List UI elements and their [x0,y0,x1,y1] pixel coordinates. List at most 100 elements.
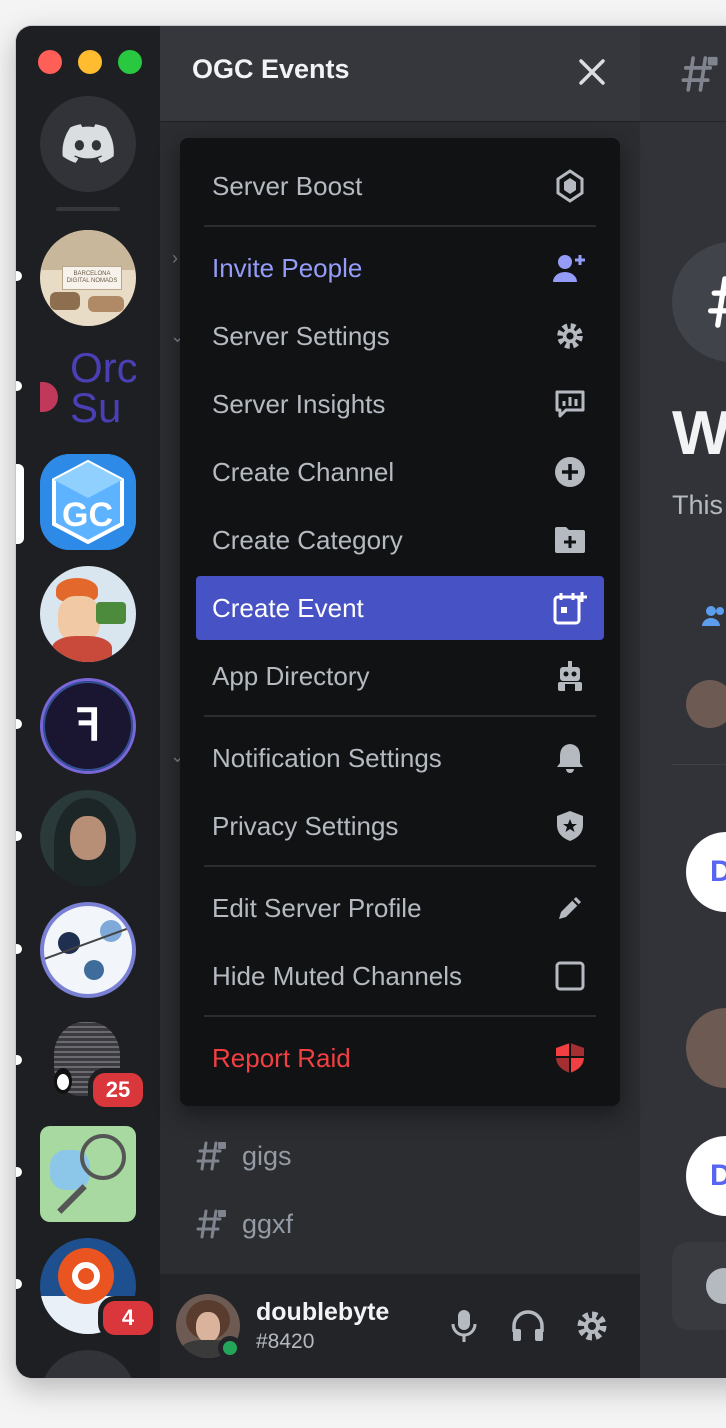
menu-item-notification-settings[interactable]: Notification Settings [196,726,604,790]
microphone-icon[interactable] [444,1306,484,1346]
menu-item-edit-server-profile[interactable]: Edit Server Profile [196,876,604,940]
channel-gigs[interactable]: gigs [192,1136,292,1176]
server-header[interactable]: OGC Events [160,26,640,122]
headphones-icon[interactable] [508,1306,548,1346]
menu-separator [204,865,596,867]
unread-pip [16,381,22,391]
menu-item-label: Report Raid [212,1042,351,1073]
message-avatar[interactable] [686,680,726,728]
username[interactable]: doublebyte [256,1298,389,1327]
menu-item-label: Server Settings [212,320,390,351]
menu-separator [204,715,596,717]
menu-item-label: Create Event [212,592,364,623]
channel-name: ggxf [242,1208,294,1239]
server-orca-text: Orc Su [70,348,136,428]
bot-avatar[interactable]: D [686,1136,726,1216]
svg-text:GC: GC [62,496,113,534]
ogc-logo-icon: GC [40,454,136,550]
menu-item-create-channel[interactable]: Create Channel [196,440,604,504]
server-eleven[interactable]: ꟻ [40,678,136,774]
welcome-heading: W [672,399,726,468]
menu-separator [204,1015,596,1017]
discord-window: BARCELONA DIGITAL NOMADS Orc Su GC ꟻ 25 … [16,26,726,1378]
unread-pip [16,719,22,729]
plus-circle-icon [552,454,588,490]
menu-item-app-directory[interactable]: App Directory [196,644,604,708]
menu-item-label: Edit Server Profile [212,892,422,923]
online-status-icon [218,1336,242,1360]
menu-item-label: Invite People [212,252,363,283]
window-close-button[interactable] [38,50,62,74]
menu-item-label: App Directory [212,660,370,691]
raid-shield-icon [552,1040,588,1076]
server-ubuntu-badge: 4 [98,1296,158,1340]
locked-hash-icon [196,1141,226,1171]
server-dropdown-menu: Server Boost Invite People Server Settin… [180,138,620,1106]
folder-plus-icon [552,522,588,558]
add-person-icon [552,250,588,286]
insights-chart-icon [552,386,588,422]
server-barcelona-label: BARCELONA DIGITAL NOMADS [62,266,122,290]
discord-logo-icon [62,124,114,163]
collapse-chevron-icon[interactable]: › [172,248,178,269]
locked-hash-icon [681,56,718,92]
server-fry[interactable] [40,566,136,662]
menu-item-label: Create Channel [212,456,395,487]
bot-avatar[interactable]: D [686,832,726,912]
channel-header [640,26,726,122]
checkbox-empty-icon[interactable] [552,958,588,994]
menu-item-create-event[interactable]: Create Event [196,576,604,640]
server-title: OGC Events [192,54,350,84]
menu-item-privacy-settings[interactable]: Privacy Settings [196,794,604,858]
calendar-plus-icon [552,590,588,626]
server-linux-badge: 25 [88,1068,148,1112]
menu-item-label: Privacy Settings [212,810,399,841]
menu-item-label: Hide Muted Channels [212,960,463,991]
message-divider [672,764,726,765]
server-ogc-events[interactable]: GC [40,454,136,550]
menu-item-hide-muted-channels[interactable]: Hide Muted Channels [196,944,604,1008]
menu-item-label: Server Insights [212,388,386,419]
channel-welcome-hash-icon [672,242,726,362]
unread-pip [16,271,22,281]
message-input[interactable] [672,1242,726,1330]
rail-separator [56,207,120,211]
unread-pip [16,1279,22,1289]
menu-item-server-boost[interactable]: Server Boost [196,154,604,218]
gear-icon [552,318,588,354]
boost-gem-icon [552,168,588,204]
pencil-icon [552,890,588,926]
locked-hash-icon [196,1209,226,1239]
message-avatar[interactable] [686,1008,726,1088]
menu-item-label: Notification Settings [212,742,442,773]
unread-pip [16,1167,22,1177]
unread-pip [16,1055,22,1065]
window-minimize-button[interactable] [78,50,102,74]
menu-item-invite-people[interactable]: Invite People [196,236,604,300]
server-barcelona-digital-nomads[interactable]: BARCELONA DIGITAL NOMADS [40,230,136,326]
menu-item-create-category[interactable]: Create Category [196,508,604,572]
menu-item-label: Create Category [212,524,403,555]
main-content: W This D D [640,26,726,1378]
channel-ggxf[interactable]: ggxf [192,1204,293,1244]
gear-icon[interactable] [572,1306,612,1346]
user-tag: #8420 [256,1330,315,1353]
close-icon[interactable] [574,54,610,90]
welcome-description: This [672,490,724,520]
menu-separator [204,225,596,227]
members-icon[interactable] [700,602,726,630]
menu-item-server-settings[interactable]: Server Settings [196,304,604,368]
add-server-button[interactable] [40,1350,136,1378]
shield-star-icon [552,808,588,844]
menu-item-server-insights[interactable]: Server Insights [196,372,604,436]
server-hooded-avatar[interactable] [40,790,136,886]
server-circles[interactable] [40,902,136,998]
menu-item-label: Server Boost [212,170,363,201]
home-button[interactable] [40,96,136,192]
unread-pip [16,831,22,841]
server-map-search[interactable] [40,1126,136,1222]
server-orca[interactable]: Orc Su [40,342,136,438]
unread-pip [16,944,22,954]
menu-item-report-raid[interactable]: Report Raid [196,1026,604,1090]
window-zoom-button[interactable] [118,50,142,74]
